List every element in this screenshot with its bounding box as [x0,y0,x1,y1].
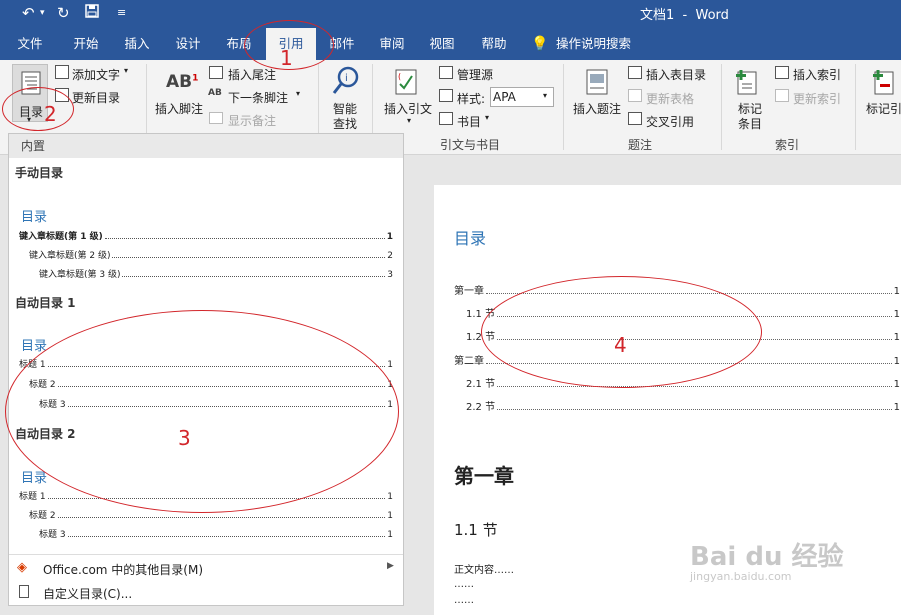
bibliography-button[interactable]: 书目 [457,113,481,130]
group-label-citations: 引文与书目 [440,138,501,152]
group-divider [563,64,564,150]
doc-body-text: …… [454,579,474,590]
doc-heading-2: 1.1 节 [454,521,498,539]
group-label-index: 索引 [775,138,800,152]
group-divider [721,64,722,150]
next-footnote-icon: AB [208,88,222,98]
insert-endnote-button[interactable]: 插入尾注 [228,66,276,83]
annotation-circle-4 [481,276,762,388]
next-footnote-button[interactable]: 下一条脚注 [228,89,288,106]
insert-index-icon [775,66,789,79]
document-icon [19,585,29,598]
manual-toc-heading: 手动目录 [15,166,64,180]
annotation-circle-2 [2,87,74,131]
tab-review[interactable]: 审阅 [368,28,416,60]
tab-design[interactable]: 设计 [164,28,212,60]
save-icon[interactable] [85,4,99,22]
update-index-button[interactable]: 更新索引 [793,90,841,107]
group-divider [855,64,856,150]
chevron-down-icon: ▾ [124,66,129,75]
manual-toc-option[interactable]: 目录 键入章标题(第 1 级) 1 键入章标题(第 2 级) 2 键入章标题(第 3… [9,184,403,294]
tab-help[interactable]: 帮助 [470,28,518,60]
watermark-url: jingyan.baidu.com [690,570,792,583]
manage-sources-button[interactable]: 管理源 [457,66,493,83]
title-bar: ↶ ▾ ↻ ≡ 文档1 - Word [0,0,901,28]
tab-home[interactable]: 开始 [62,28,110,60]
mark-citation-button[interactable]: 标记引 [866,100,901,117]
chevron-down-icon: ▾ [543,91,548,100]
manage-sources-icon [439,66,453,79]
annotation-circle-3 [5,310,399,513]
doc-body-text: 正文内容…… [454,565,514,576]
lightbulb-icon: 💡 [531,36,549,52]
chevron-right-icon: ▶ [387,561,394,571]
update-table-button[interactable]: 更新表格 [646,90,694,107]
insert-citation-button[interactable]: 插入引文 [384,100,432,117]
ribbon-tabs: 文件 开始 插入 设计 布局 引用 邮件 审阅 视图 帮助 💡 操作说明搜索 [0,28,901,60]
office-icon: ◈ [17,560,27,575]
endnote-icon [209,66,223,79]
show-notes-icon [209,112,223,124]
tell-me-search[interactable]: 操作说明搜索 [556,28,642,60]
doc-body-text: …… [454,595,474,606]
redo-icon[interactable]: ↻ [57,4,70,22]
update-table-icon [628,89,642,102]
gallery-section-builtin: 内置 [9,134,403,158]
chevron-down-icon: ▾ [407,116,412,125]
annotation-number-2: 2 [44,102,57,126]
style-select[interactable]: APA ▾ [490,87,554,107]
undo-dropdown-icon[interactable]: ▾ [40,8,45,18]
group-label-captions: 题注 [628,138,653,152]
annotation-number-4: 4 [614,333,627,357]
svg-text:i: i [345,73,348,84]
add-text-icon [55,65,69,79]
menu-divider [9,554,403,555]
watermark-logo: Bai du 经验 [690,542,844,572]
chevron-down-icon: ▾ [296,89,301,98]
window-title: 文档1 - Word [640,8,729,23]
more-office-toc-menu-item[interactable]: ◈ Office.com 中的其他目录(M) ▶ [9,558,403,580]
undo-icon[interactable]: ↶ [22,4,35,22]
customize-toolbar-icon[interactable]: ≡ [117,6,126,19]
insert-index-button[interactable]: 插入索引 [793,66,841,83]
style-label: 样式: [457,92,486,106]
chevron-down-icon: ▾ [485,113,490,122]
update-toc-button[interactable]: 更新目录 [72,89,120,106]
toc-preview-line: 标题 31 [39,530,393,540]
insert-caption-button[interactable]: 插入题注 [573,100,621,117]
toc-preview-title: 目录 [21,210,48,225]
search-icon: i [332,66,359,94]
update-index-icon [775,89,789,102]
toc-preview-line: 键入章标题(第 3 级) 3 [39,270,393,280]
show-notes-button[interactable]: 显示备注 [228,112,276,129]
toc-preview-line: 键入章标题(第 1 级) 1 [19,232,393,242]
mark-entry-icon [736,70,757,95]
table-of-figures-icon [628,66,642,79]
mark-citation-icon [873,70,894,95]
tab-view[interactable]: 视图 [418,28,466,60]
bibliography-icon [439,112,453,125]
cross-reference-icon [628,112,642,125]
insert-caption-icon [586,69,608,95]
doc-heading-1: 第一章 [454,464,514,488]
toc-preview-line: 键入章标题(第 2 级) 2 [29,251,393,261]
doc-toc-title: 目录 [454,229,487,248]
svg-text:(: ( [398,72,401,81]
style-icon [439,89,453,102]
tab-file[interactable]: 文件 [6,28,54,60]
auto-toc-1-heading: 自动目录 1 [15,296,76,310]
insert-table-of-figures-button[interactable]: 插入表目录 [646,66,706,83]
insert-footnote-button[interactable]: 插入脚注 [155,100,203,117]
insert-citation-icon: ( [395,69,417,95]
tab-insert[interactable]: 插入 [113,28,161,60]
custom-toc-menu-item[interactable]: 自定义目录(C)... [9,582,403,604]
annotation-number-1: 1 [280,46,293,70]
footnote-ab-icon: AB1 [166,72,199,92]
add-text-button[interactable]: 添加文字 [72,66,120,83]
annotation-number-3: 3 [178,426,191,450]
cross-reference-button[interactable]: 交叉引用 [646,113,694,130]
doc-toc-line[interactable]: 2.2 节1 [466,399,900,413]
